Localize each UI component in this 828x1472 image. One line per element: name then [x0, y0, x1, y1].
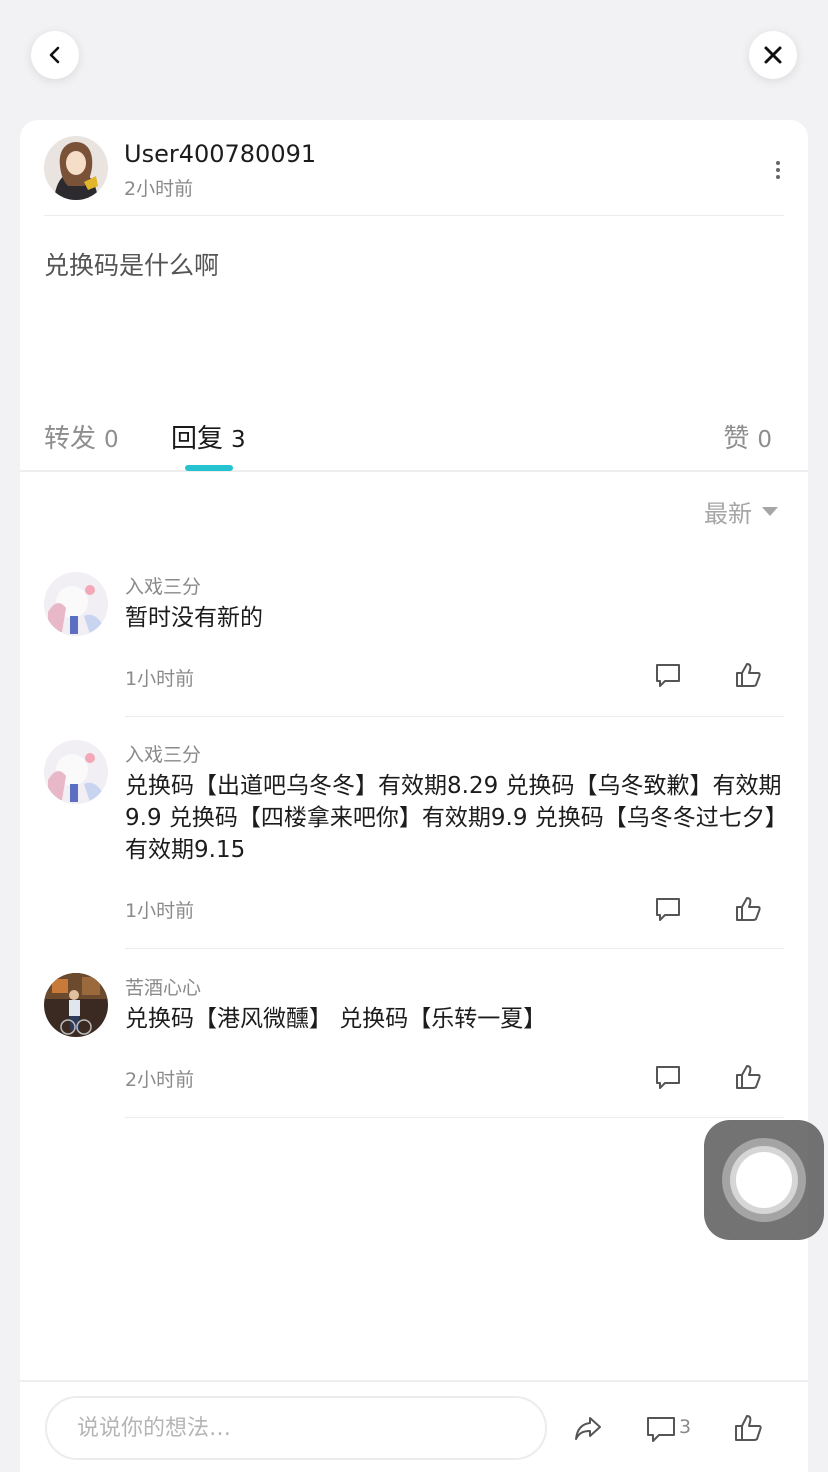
assistive-touch-icon	[722, 1138, 806, 1222]
thumbs-up-icon[interactable]	[733, 1062, 763, 1092]
commenter-avatar[interactable]	[44, 973, 108, 1037]
tab-reply[interactable]: 回复 3	[171, 418, 246, 455]
reply-icon[interactable]	[653, 894, 683, 924]
comment-timestamp: 1小时前	[125, 900, 195, 922]
commenter-avatar[interactable]	[44, 740, 108, 804]
comment-item: 入戏三分 兑换码【出道吧乌冬冬】有效期8.29 兑换码【乌冬致歉】有效期9.9 …	[20, 740, 808, 950]
author-username[interactable]: User400780091	[124, 140, 316, 168]
caret-down-icon	[762, 507, 778, 516]
thumbs-up-icon[interactable]	[733, 894, 763, 924]
comment-icon[interactable]	[645, 1413, 677, 1445]
tab-like[interactable]: 赞0	[723, 418, 772, 455]
close-icon	[764, 46, 782, 64]
comment-count: 3	[679, 1416, 692, 1438]
tab-like-label: 赞	[723, 424, 750, 454]
thumbs-up-icon[interactable]	[732, 1412, 764, 1444]
reply-icon[interactable]	[653, 1062, 683, 1092]
back-button[interactable]	[31, 31, 79, 79]
comment-input[interactable]	[45, 1396, 547, 1460]
comment-text: 兑换码【港风微醺】 兑换码【乐转一夏】	[125, 1006, 547, 1032]
comment-timestamp: 2小时前	[125, 1069, 195, 1091]
comment-item: 入戏三分 暂时没有新的 1小时前	[20, 572, 808, 718]
more-vertical-icon	[772, 161, 784, 179]
comment-divider	[125, 1117, 784, 1118]
tab-repost[interactable]: 转发 0	[44, 418, 119, 455]
post-timestamp: 2小时前	[124, 178, 194, 200]
chevron-left-icon	[49, 46, 60, 64]
sort-dropdown[interactable]: 最新	[704, 494, 778, 529]
post-body: 兑换码是什么啊	[44, 251, 220, 280]
comment-text: 暂时没有新的	[125, 605, 263, 631]
comment-divider	[125, 948, 784, 949]
reply-icon[interactable]	[653, 660, 683, 690]
post-tabs: 转发 0 回复 3 赞0	[20, 410, 808, 472]
commenter-name[interactable]: 入戏三分	[125, 572, 201, 599]
commenter-name[interactable]: 苦酒心心	[125, 973, 201, 1000]
comment-divider	[125, 716, 784, 717]
thumbs-up-icon[interactable]	[733, 660, 763, 690]
close-button[interactable]	[749, 31, 797, 79]
sort-label: 最新	[704, 500, 752, 528]
active-tab-indicator	[185, 465, 233, 471]
more-options-button[interactable]	[772, 158, 784, 182]
commenter-name[interactable]: 入戏三分	[125, 740, 201, 767]
tab-reply-count: 3	[231, 427, 246, 453]
share-icon[interactable]	[572, 1412, 604, 1444]
post-header: User400780091 2小时前	[44, 136, 784, 216]
tab-repost-label: 转发	[44, 424, 97, 454]
tab-repost-count: 0	[104, 427, 119, 453]
commenter-avatar[interactable]	[44, 572, 108, 636]
comment-text: 兑换码【出道吧乌冬冬】有效期8.29 兑换码【乌冬致歉】有效期9.9 兑换码【四…	[125, 773, 782, 863]
assistive-touch-button[interactable]	[704, 1120, 824, 1240]
author-avatar[interactable]	[44, 136, 108, 200]
comment-item: 苦酒心心 兑换码【港风微醺】 兑换码【乐转一夏】 2小时前	[20, 973, 808, 1119]
comment-timestamp: 1小时前	[125, 668, 195, 690]
tab-reply-label: 回复	[171, 424, 224, 454]
post-card: User400780091 2小时前 兑换码是什么啊 转发 0 回复 3 赞0 最新	[20, 120, 808, 1472]
tab-like-count: 0	[757, 427, 772, 453]
bottom-comment-bar: 3	[20, 1380, 808, 1472]
